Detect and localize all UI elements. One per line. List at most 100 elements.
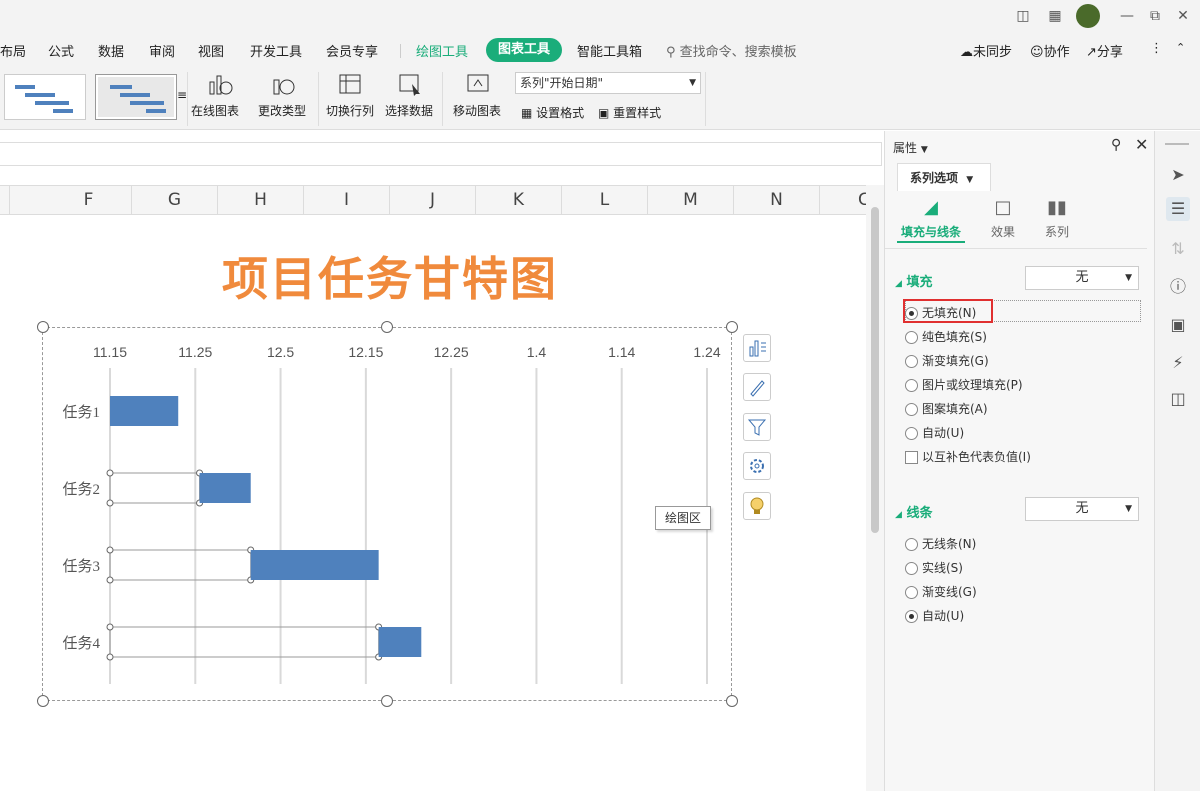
radio-icon [905,403,918,416]
gantt-chart[interactable]: 11.15 11.25 12.5 12.15 12.25 1.4 1.14 1.24 任务1 任务… [0,0,866,791]
duration-bar[interactable] [110,396,179,426]
chevron-down-icon: ▼ [1125,273,1132,283]
chart-settings-button[interactable] [743,452,771,480]
x-tick-label: 1.4 [527,344,547,360]
tab-series-options[interactable]: 系列选项 ▼ [897,163,991,191]
x-tick-label: 12.25 [434,344,469,360]
start-date-bar[interactable] [109,549,252,581]
gear-icon [750,459,764,473]
vertical-scrollbar[interactable] [866,185,884,791]
radio-no-fill[interactable]: 无填充(N) [905,304,976,321]
radio-no-fill-label: 无填充(N) [922,306,977,320]
category-label: 任务4 [62,635,100,652]
selection-handle[interactable] [106,653,114,661]
chart-filter-button[interactable] [743,413,771,441]
minimize-icon[interactable]: — [1116,6,1138,26]
chart-elements-button[interactable] [743,334,771,362]
sort-icon[interactable]: ⇅ [1166,237,1190,261]
selection-handle[interactable] [106,469,114,477]
chevron-down-icon: ▼ [966,175,974,185]
x-tick-label: 11.15 [93,344,127,360]
x-tick-label: 1.14 [608,344,635,360]
close-icon[interactable]: ✕ [1172,6,1194,26]
grid-apps-icon[interactable]: ▦ [1044,6,1066,26]
resize-handle-br[interactable] [726,695,738,707]
radio-auto-line-label: 自动(U) [922,609,965,623]
pin-icon[interactable]: ⚲ [1111,137,1121,153]
resize-handle-tc[interactable] [381,321,393,333]
category-label: 任务2 [62,481,100,498]
line-dropdown[interactable]: 无 ▼ [1025,497,1139,521]
fill-dropdown[interactable]: 无 ▼ [1025,266,1139,290]
person-icon: ☺ [1030,45,1044,60]
radio-no-line[interactable]: 无线条(N) [905,535,976,552]
selection-handle[interactable] [106,623,114,631]
close-panel-icon[interactable]: ✕ [1135,135,1148,154]
properties-icon[interactable]: ☰ [1166,197,1190,221]
fill-section-header[interactable]: ◢ 填充 [895,271,932,290]
chevron-down-icon: ▼ [1125,504,1132,514]
resize-handle-tl[interactable] [37,321,49,333]
collaborate-label: 协作 [1043,45,1070,60]
share-label: 分享 [1096,45,1123,60]
checkbox-invert-negative[interactable]: 以互补色代表负值(I) [905,448,1031,465]
chart-ideas-button[interactable] [743,492,771,520]
start-date-bar[interactable] [109,626,380,658]
collapse-ribbon-icon[interactable]: ⌃ [1176,41,1185,54]
selection-handle[interactable] [106,576,114,584]
line-section-header[interactable]: ◢ 线条 [895,502,932,521]
collaborate-button[interactable]: ☺协作 [1030,41,1070,60]
sync-button[interactable]: ☁未同步 [960,41,1012,60]
brush-icon [750,380,765,397]
help-icon[interactable]: ⓘ [1166,275,1190,299]
lightning-icon[interactable]: ⚡ [1166,351,1190,375]
radio-solid-fill-label: 纯色填充(S) [922,330,987,344]
duration-bar[interactable] [378,627,422,657]
subtab-series[interactable]: ▮▮ 系列 [1037,197,1077,240]
fill-section-label: 填充 [906,275,933,290]
radio-picture-fill-label: 图片或纹理填充(P) [922,378,1023,392]
radio-solid-line[interactable]: 实线(S) [905,559,963,576]
restore-icon[interactable]: ⧉ [1144,6,1166,26]
subtab-fill-line[interactable]: ◢ 填充与线条 [897,197,965,240]
radio-no-line-label: 无线条(N) [922,537,977,551]
radio-auto-line[interactable]: 自动(U) [905,607,964,624]
book-icon[interactable]: ◫ [1166,387,1190,411]
scrollbar-thumb[interactable] [871,207,879,533]
duration-bar[interactable] [250,550,379,580]
radio-gradient-fill[interactable]: 渐变填充(G) [905,352,989,369]
pointer-icon[interactable]: ➤ [1166,163,1190,187]
resize-handle-bl[interactable] [37,695,49,707]
radio-auto-fill[interactable]: 自动(U) [905,424,964,441]
radio-solid-line-label: 实线(S) [922,561,963,575]
radio-gradient-line-label: 渐变线(G) [922,585,977,599]
backup-icon[interactable]: ▣ [1166,313,1190,337]
tab-series-options-label: 系列选项 [910,171,959,185]
start-date-bar[interactable] [109,472,201,504]
radio-icon [905,427,918,440]
subtab-effects[interactable]: □ 效果 [983,197,1023,240]
selection-handle[interactable] [106,546,114,554]
more-icon[interactable]: ⋮ [1150,41,1163,56]
reading-mode-icon[interactable]: ◫ [1012,6,1034,26]
drag-handle [1165,143,1189,145]
bar-series[interactable] [106,396,422,661]
radio-solid-fill[interactable]: 纯色填充(S) [905,328,987,345]
radio-picture-fill[interactable]: 图片或纹理填充(P) [905,376,1023,393]
lightbulb-icon [750,497,764,514]
panel-title[interactable]: 属性 ▼ [893,139,928,156]
radio-pattern-fill[interactable]: 图案填充(A) [905,400,988,417]
properties-panel: 属性 ▼ ⚲ ✕ 系列选项 ▼ ◢ 填充与线条 □ 效果 ▮▮ 系列 ◢ 填充 无 ▼ … [884,131,1154,791]
subtab-effects-label: 效果 [990,225,1015,239]
resize-handle-tr[interactable] [726,321,738,333]
radio-icon [905,562,918,575]
radio-gradient-line[interactable]: 渐变线(G) [905,583,977,600]
x-tick-label: 12.15 [348,344,383,360]
resize-handle-bc[interactable] [381,695,393,707]
selection-handle[interactable] [106,499,114,507]
chart-style-button[interactable] [743,373,771,401]
share-button[interactable]: ↗分享 [1086,41,1123,60]
avatar[interactable] [1076,4,1100,28]
cloud-icon: ☁ [960,45,973,60]
duration-bar[interactable] [199,473,251,503]
